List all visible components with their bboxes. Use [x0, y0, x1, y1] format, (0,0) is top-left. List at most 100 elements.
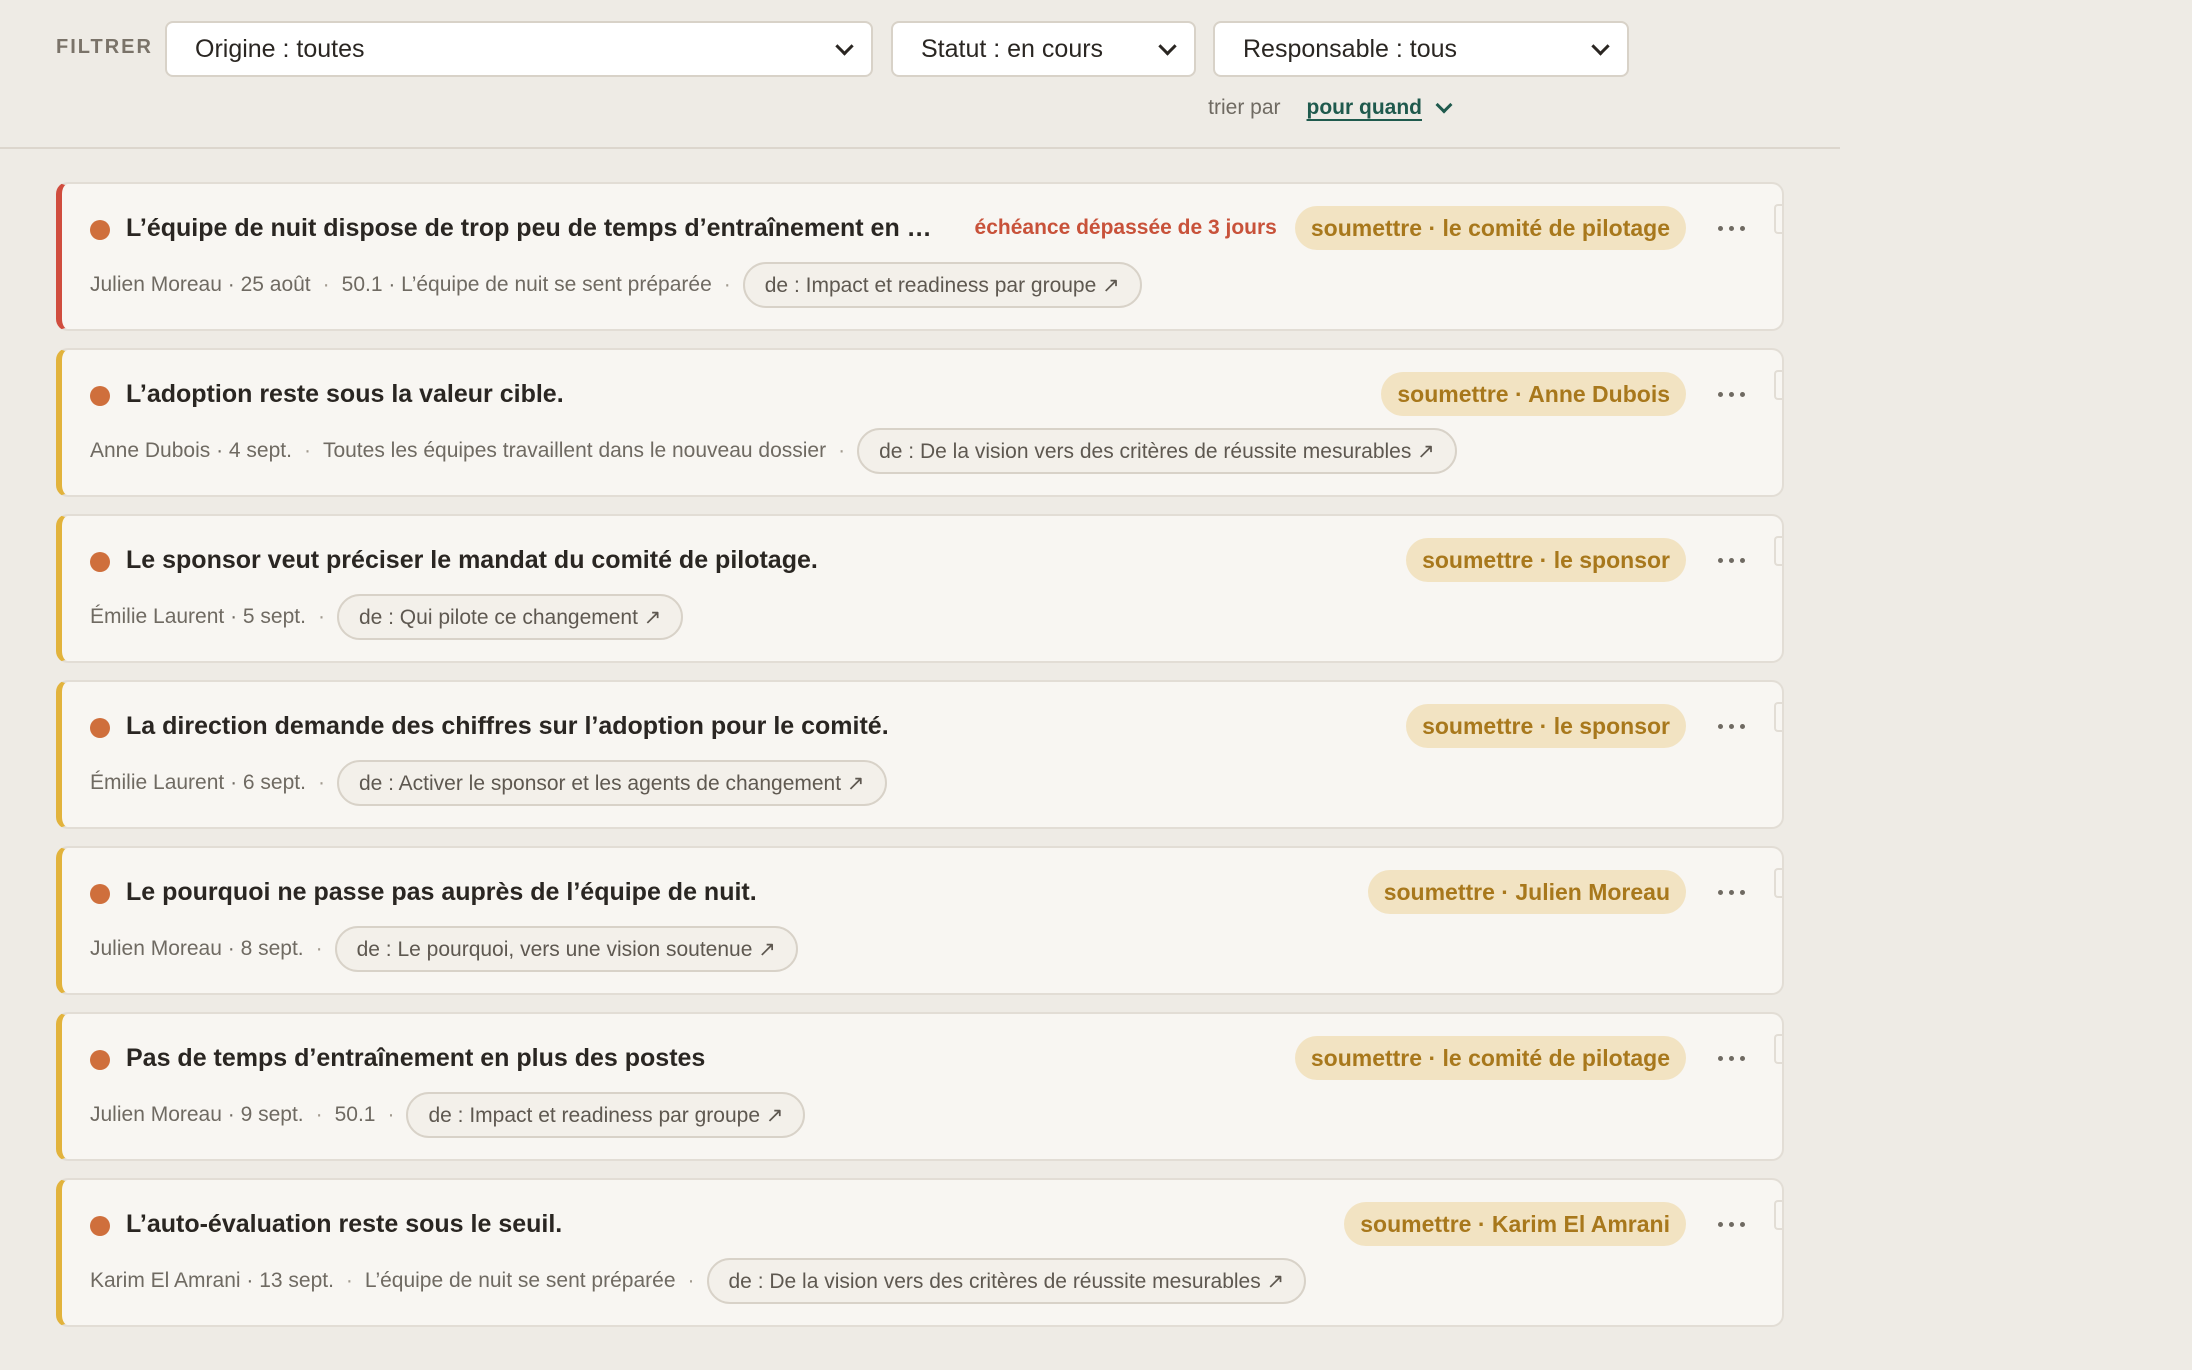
- chevron-down-icon: [1591, 37, 1610, 56]
- origin-link[interactable]: de : De la vision vers des critères de r…: [706, 1258, 1307, 1304]
- author-date: Anne Dubois · 4 sept.: [90, 439, 292, 462]
- list-item[interactable]: L’équipe de nuit dispose de trop peu de …: [56, 182, 1784, 331]
- origin-select-value: Origine : toutes: [195, 34, 365, 63]
- list-item[interactable]: Le sponsor veut préciser le mandat du co…: [56, 514, 1784, 663]
- card-handle[interactable]: [1774, 370, 1782, 400]
- sort-label: trier par: [1208, 96, 1281, 119]
- item-actions: soumettre · Julien Moreau: [1367, 870, 1752, 914]
- author-date: Julien Moreau · 8 sept.: [90, 937, 304, 960]
- separator: ·: [322, 273, 330, 296]
- list-item[interactable]: L’auto-évaluation reste sous le seuil. s…: [56, 1178, 1784, 1327]
- separator: ·: [315, 937, 323, 960]
- separator: ·: [723, 273, 731, 296]
- item-title: L’équipe de nuit dispose de trop peu de …: [126, 214, 946, 242]
- author-date: Julien Moreau · 25 août: [90, 273, 311, 296]
- separator: ·: [687, 1269, 695, 1292]
- separator: ·: [303, 439, 311, 462]
- chevron-down-icon[interactable]: [1435, 96, 1453, 114]
- sort-control: trier par pour quand: [1208, 96, 1453, 120]
- origin-link[interactable]: de : Qui pilote ce changement ↗: [336, 594, 684, 640]
- status-select-value: Statut : en cours: [921, 34, 1104, 63]
- more-options-icon[interactable]: [1710, 372, 1752, 416]
- more-options-icon[interactable]: [1710, 704, 1752, 748]
- separator: ·: [387, 1103, 395, 1126]
- item-meta: Anne Dubois · 4 sept. · Toutes les équip…: [90, 428, 1457, 474]
- status-dot: [90, 220, 110, 240]
- action-chip[interactable]: soumettre · le comité de pilotage: [1294, 1036, 1686, 1080]
- overdue-badge: échéance dépassée de 3 jours: [974, 216, 1277, 239]
- owner-select-value: Responsable : tous: [1243, 34, 1458, 63]
- action-chip[interactable]: soumettre · Anne Dubois: [1381, 372, 1686, 416]
- item-meta: Émilie Laurent · 6 sept. · de : Activer …: [90, 760, 887, 806]
- action-chip[interactable]: soumettre · Julien Moreau: [1367, 870, 1686, 914]
- status-dot: [90, 884, 110, 904]
- more-options-icon[interactable]: [1710, 1202, 1752, 1246]
- origin-link[interactable]: de : Activer le sponsor et les agents de…: [336, 760, 887, 806]
- sort-option-link[interactable]: pour quand: [1307, 96, 1422, 120]
- origin-link[interactable]: de : Impact et readiness par groupe ↗: [406, 1092, 806, 1138]
- item-actions: soumettre · le comité de pilotage: [1294, 1036, 1752, 1080]
- separator: ·: [317, 771, 325, 794]
- chevron-down-icon: [835, 37, 854, 56]
- status-dot: [90, 552, 110, 572]
- card-handle[interactable]: [1774, 536, 1782, 566]
- item-actions: soumettre · le sponsor: [1406, 704, 1752, 748]
- separator: ·: [838, 439, 846, 462]
- status-dot: [90, 718, 110, 738]
- card-handle[interactable]: [1774, 1200, 1782, 1230]
- status-dot: [90, 386, 110, 406]
- card-handle[interactable]: [1774, 1034, 1782, 1064]
- item-title: L’adoption reste sous la valeur cible.: [126, 380, 564, 408]
- item-meta: Émilie Laurent · 5 sept. · de : Qui pilo…: [90, 594, 684, 640]
- item-context: Toutes les équipes travaillent dans le n…: [322, 439, 827, 462]
- item-actions: soumettre · Karim El Amrani: [1344, 1202, 1752, 1246]
- item-context: L’équipe de nuit se sent préparée: [364, 1269, 676, 1292]
- filter-label: FILTRER: [56, 36, 153, 58]
- item-actions: soumettre · le sponsor: [1406, 538, 1752, 582]
- item-meta: Julien Moreau · 8 sept. · de : Le pourqu…: [90, 926, 798, 972]
- action-chip[interactable]: soumettre · Karim El Amrani: [1344, 1202, 1686, 1246]
- card-handle[interactable]: [1774, 702, 1782, 732]
- status-select[interactable]: Statut : en cours: [891, 21, 1196, 77]
- item-meta: Julien Moreau · 9 sept. · 50.1 · de : Im…: [90, 1092, 806, 1138]
- author-date: Émilie Laurent · 6 sept.: [90, 771, 306, 794]
- origin-select[interactable]: Origine : toutes: [165, 21, 873, 77]
- item-meta: Karim El Amrani · 13 sept. · L’équipe de…: [90, 1258, 1307, 1304]
- status-dot: [90, 1050, 110, 1070]
- author-date: Julien Moreau · 9 sept.: [90, 1103, 304, 1126]
- item-title: Le sponsor veut préciser le mandat du co…: [126, 546, 818, 574]
- status-dot: [90, 1216, 110, 1236]
- origin-link[interactable]: de : Le pourquoi, vers une vision souten…: [334, 926, 798, 972]
- action-chip[interactable]: soumettre · le comité de pilotage: [1294, 206, 1686, 250]
- list-item[interactable]: Pas de temps d’entraînement en plus des …: [56, 1012, 1784, 1161]
- separator: ·: [345, 1269, 353, 1292]
- author-date: Karim El Amrani · 13 sept.: [90, 1269, 334, 1292]
- item-title: La direction demande des chiffres sur l’…: [126, 712, 889, 740]
- item-context: 50.1: [334, 1103, 376, 1126]
- more-options-icon[interactable]: [1710, 1036, 1752, 1080]
- more-options-icon[interactable]: [1710, 538, 1752, 582]
- more-options-icon[interactable]: [1710, 206, 1752, 250]
- origin-link[interactable]: de : Impact et readiness par groupe ↗: [742, 262, 1142, 308]
- item-actions: échéance dépassée de 3 jours soumettre ·…: [975, 206, 1752, 250]
- card-handle[interactable]: [1774, 868, 1782, 898]
- item-title: Le pourquoi ne passe pas auprès de l’équ…: [126, 878, 757, 906]
- separator: ·: [315, 1103, 323, 1126]
- item-title: Pas de temps d’entraînement en plus des …: [126, 1044, 706, 1072]
- action-list: L’équipe de nuit dispose de trop peu de …: [56, 182, 1784, 1344]
- author-date: Émilie Laurent · 5 sept.: [90, 605, 306, 628]
- owner-select[interactable]: Responsable : tous: [1213, 21, 1629, 77]
- action-chip[interactable]: soumettre · le sponsor: [1406, 538, 1686, 582]
- filter-bar: FILTRER Origine : toutes Statut : en cou…: [0, 0, 1840, 149]
- card-handle[interactable]: [1774, 204, 1782, 234]
- origin-link[interactable]: de : De la vision vers des critères de r…: [857, 428, 1457, 474]
- list-item[interactable]: La direction demande des chiffres sur l’…: [56, 680, 1784, 829]
- item-title: L’auto-évaluation reste sous le seuil.: [126, 1210, 563, 1238]
- chevron-down-icon: [1158, 37, 1177, 56]
- action-chip[interactable]: soumettre · le sponsor: [1406, 704, 1686, 748]
- more-options-icon[interactable]: [1710, 870, 1752, 914]
- list-item[interactable]: L’adoption reste sous la valeur cible. s…: [56, 348, 1784, 497]
- item-meta: Julien Moreau · 25 août · 50.1 · L’équip…: [90, 262, 1142, 308]
- item-context: 50.1 · L’équipe de nuit se sent préparée: [341, 273, 712, 296]
- list-item[interactable]: Le pourquoi ne passe pas auprès de l’équ…: [56, 846, 1784, 995]
